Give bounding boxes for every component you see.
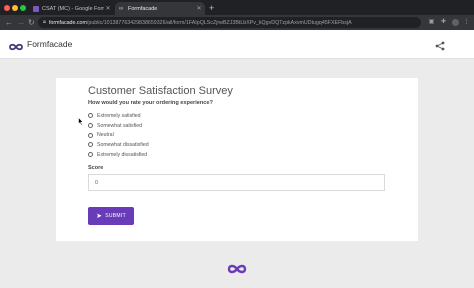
page: Formfacade Customer Satisfaction Survey … <box>0 30 474 288</box>
radio-option-somewhat-satisfied[interactable]: Somewhat satisfied <box>88 121 149 131</box>
option-label: Somewhat satisfied <box>97 122 142 129</box>
back-arrow-icon[interactable]: ← <box>5 18 13 27</box>
new-tab-button[interactable]: + <box>209 3 214 13</box>
radio-option-neutral[interactable]: Neutral <box>88 130 149 140</box>
url-text: formfacade.com/public/101387763429838659… <box>48 19 352 26</box>
google-forms-icon <box>33 5 39 12</box>
share-icon[interactable] <box>435 38 445 56</box>
forward-arrow-icon[interactable]: → <box>17 18 25 27</box>
mouse-cursor-icon <box>78 117 84 126</box>
radio-button[interactable] <box>88 113 93 119</box>
app-header: Formfacade <box>0 30 474 59</box>
address-bar[interactable]: 🔒︎ formfacade.com/public/101387763429838… <box>38 17 421 28</box>
formfacade-icon: ∞ <box>119 5 124 12</box>
form-title: Customer Satisfaction Survey <box>88 85 233 97</box>
close-tab-icon[interactable]: ✕ <box>195 5 203 12</box>
reload-icon[interactable]: ↻ <box>28 18 35 27</box>
lock-icon: 🔒︎ <box>43 19 46 25</box>
form-card: Customer Satisfaction Survey How would y… <box>56 78 418 241</box>
footer-formfacade-logo-icon[interactable] <box>227 262 247 280</box>
score-label: Score <box>88 165 104 171</box>
option-label: Neutral <box>97 132 114 139</box>
close-tab-icon[interactable]: ✕ <box>104 5 112 12</box>
rating-options: Extremely satisfied Somewhat satisfied N… <box>88 111 149 159</box>
menu-dots-icon[interactable]: ⋮ <box>463 19 470 26</box>
option-label: Somewhat dissatisfied <box>97 141 149 148</box>
browser-toolbar: ← → ↻ 🔒︎ formfacade.com/public/101387763… <box>0 15 474 30</box>
radio-option-extremely-satisfied[interactable]: Extremely satisfied <box>88 111 149 121</box>
submit-button[interactable]: ➤ SUBMIT <box>88 207 134 225</box>
radio-button[interactable] <box>88 132 93 138</box>
radio-button[interactable] <box>88 142 93 148</box>
maximize-window-button[interactable] <box>20 5 26 11</box>
question-label: How would you rate your ordering experie… <box>88 100 213 106</box>
brand-name: Formfacade <box>27 39 73 49</box>
extension-icon[interactable]: ▣ <box>428 19 435 26</box>
radio-button[interactable] <box>88 152 93 158</box>
formfacade-logo-icon[interactable] <box>9 39 23 57</box>
browser-tab-google-forms[interactable]: CSAT (MC) - Google Forms ✕ <box>29 2 114 15</box>
tab-title: CSAT (MC) - Google Forms <box>42 5 104 12</box>
browser-tab-strip: CSAT (MC) - Google Forms ✕ ∞ Formfacade … <box>0 0 474 15</box>
profile-avatar[interactable] <box>452 19 459 26</box>
score-input[interactable] <box>88 174 385 191</box>
close-window-button[interactable] <box>4 5 10 11</box>
tab-title: Formfacade <box>128 5 158 12</box>
minimize-window-button[interactable] <box>12 5 18 11</box>
browser-tab-formfacade[interactable]: ∞ Formfacade ✕ <box>115 2 205 15</box>
extensions-puzzle-icon[interactable]: ✚ <box>440 19 447 26</box>
radio-option-extremely-dissatisfied[interactable]: Extremely dissatisfied <box>88 150 149 160</box>
option-label: Extremely dissatisfied <box>97 151 148 158</box>
send-icon: ➤ <box>96 212 103 220</box>
submit-label: SUBMIT <box>105 213 126 219</box>
radio-button[interactable] <box>88 123 93 129</box>
option-label: Extremely satisfied <box>97 112 141 119</box>
radio-option-somewhat-dissatisfied[interactable]: Somewhat dissatisfied <box>88 140 149 150</box>
